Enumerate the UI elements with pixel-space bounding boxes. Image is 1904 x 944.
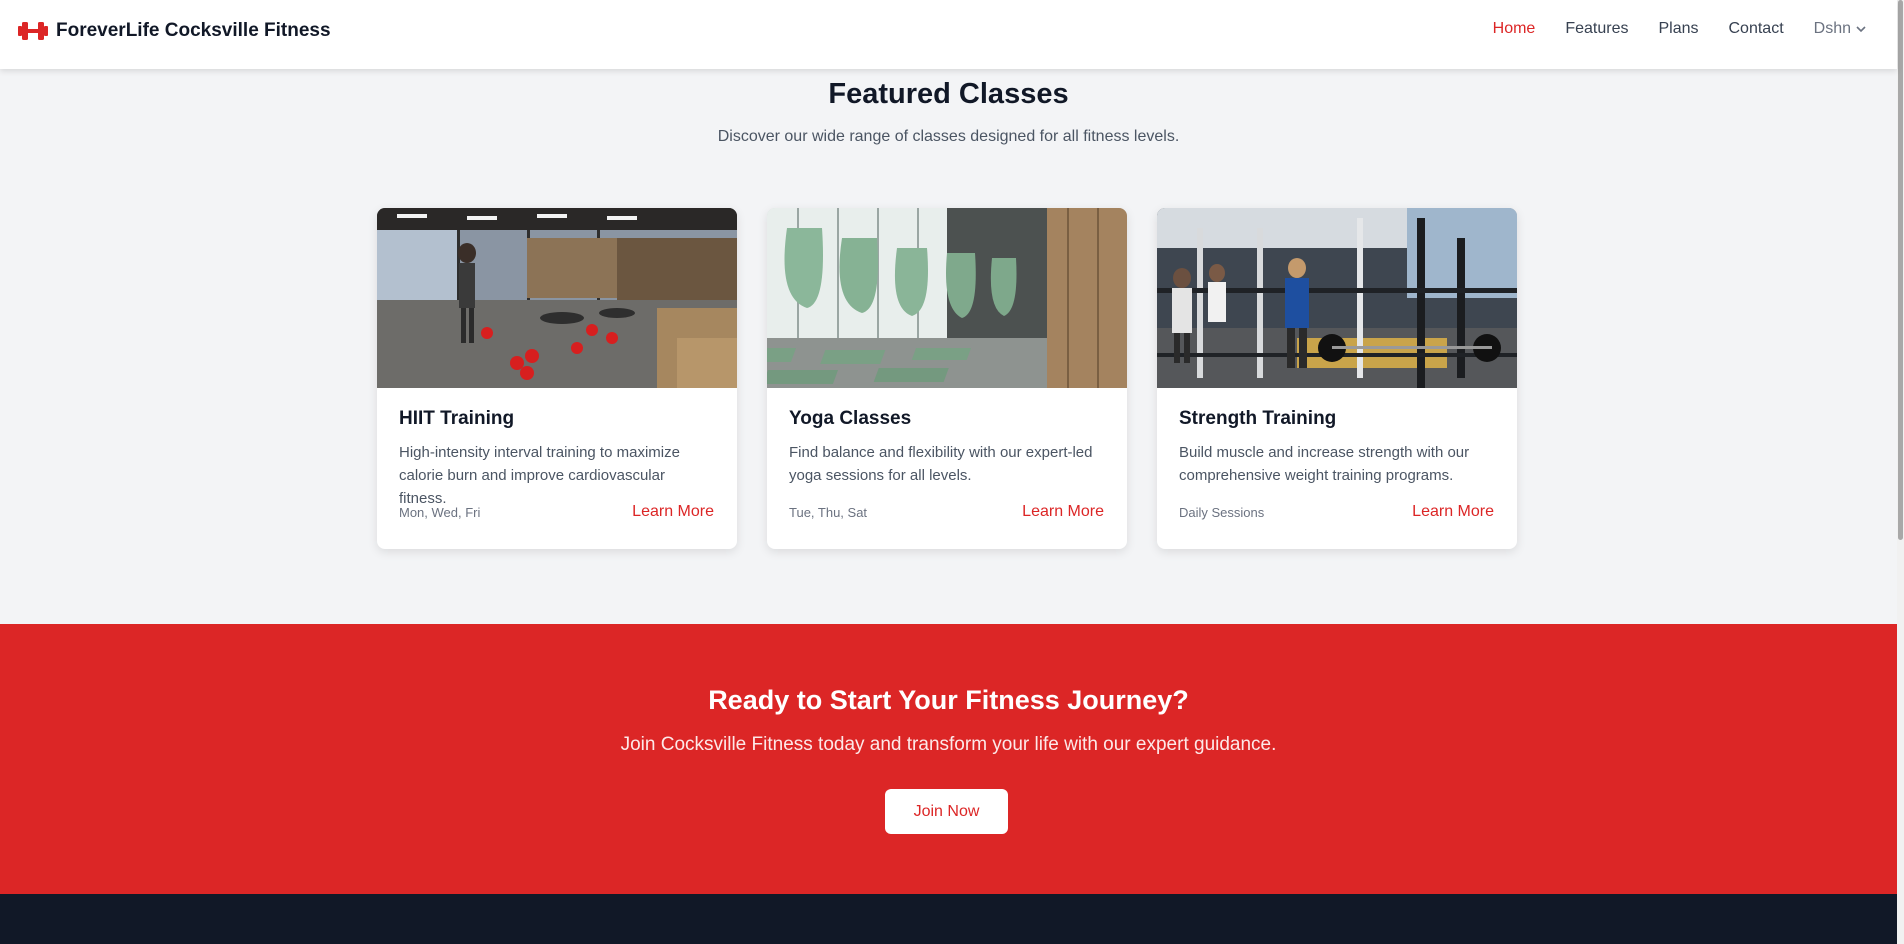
dumbbell-icon bbox=[18, 22, 48, 40]
strength-class-image bbox=[1157, 208, 1517, 388]
cta-title: Ready to Start Your Fitness Journey? bbox=[708, 685, 1189, 715]
user-name: Dshn bbox=[1813, 20, 1851, 37]
cta-section: Ready to Start Your Fitness Journey? Joi… bbox=[0, 624, 1897, 894]
card-footer: Mon, Wed, Fri Learn More bbox=[399, 503, 714, 521]
card-body: HIIT Training High-intensity interval tr… bbox=[399, 408, 714, 507]
class-card-hiit: HIIT Training High-intensity interval tr… bbox=[377, 208, 737, 549]
yoga-class-image bbox=[767, 208, 1127, 388]
card-footer: Daily Sessions Learn More bbox=[1179, 503, 1494, 521]
class-card-yoga: Yoga Classes Find balance and flexibilit… bbox=[767, 208, 1127, 549]
card-body: Strength Training Build muscle and incre… bbox=[1179, 408, 1494, 487]
class-description: Find balance and flexibility with our ex… bbox=[789, 444, 1093, 484]
card-footer: Tue, Thu, Sat Learn More bbox=[789, 503, 1104, 521]
top-navbar: ForeverLife Cocksville Fitness Home Feat… bbox=[0, 0, 1897, 69]
nav-contact[interactable]: Contact bbox=[1729, 20, 1784, 38]
class-schedule: Tue, Thu, Sat bbox=[789, 504, 868, 520]
nav-plans[interactable]: Plans bbox=[1658, 20, 1698, 38]
user-menu[interactable]: Dshn bbox=[1814, 20, 1867, 38]
footer bbox=[0, 894, 1897, 944]
class-title: Strength Training bbox=[1179, 408, 1337, 429]
learn-more-link-hiit[interactable]: Learn More bbox=[632, 503, 714, 521]
featured-classes-section: Featured Classes Discover our wide range… bbox=[0, 69, 1897, 624]
class-title: HIIT Training bbox=[399, 408, 515, 429]
hiit-class-image bbox=[377, 208, 737, 388]
class-schedule: Daily Sessions bbox=[1179, 504, 1265, 520]
cta-subtitle: Join Cocksville Fitness today and transf… bbox=[620, 734, 1277, 755]
brand-name: ForeverLife Cocksville Fitness bbox=[56, 20, 331, 41]
learn-more-link-yoga[interactable]: Learn More bbox=[1022, 503, 1104, 521]
class-description: High-intensity interval training to maxi… bbox=[399, 444, 680, 507]
card-body: Yoga Classes Find balance and flexibilit… bbox=[789, 408, 1104, 487]
join-now-button[interactable]: Join Now bbox=[885, 789, 1008, 834]
class-schedule: Mon, Wed, Fri bbox=[399, 504, 481, 520]
main-nav: Home Features Plans Contact Dshn bbox=[1493, 20, 1867, 38]
section-title: Featured Classes bbox=[828, 78, 1069, 110]
brand[interactable]: ForeverLife Cocksville Fitness bbox=[18, 19, 331, 43]
class-title: Yoga Classes bbox=[789, 408, 912, 429]
nav-features[interactable]: Features bbox=[1565, 20, 1628, 38]
learn-more-link-strength[interactable]: Learn More bbox=[1412, 503, 1494, 521]
page-scrollbar[interactable] bbox=[1897, 0, 1904, 944]
section-subtitle: Discover our wide range of classes desig… bbox=[717, 128, 1180, 145]
class-description: Build muscle and increase strength with … bbox=[1179, 444, 1470, 484]
scrollbar-thumb[interactable] bbox=[1898, 0, 1903, 540]
nav-home[interactable]: Home bbox=[1493, 20, 1536, 38]
chevron-down-icon bbox=[1856, 26, 1866, 33]
class-card-strength: Strength Training Build muscle and incre… bbox=[1157, 208, 1517, 549]
